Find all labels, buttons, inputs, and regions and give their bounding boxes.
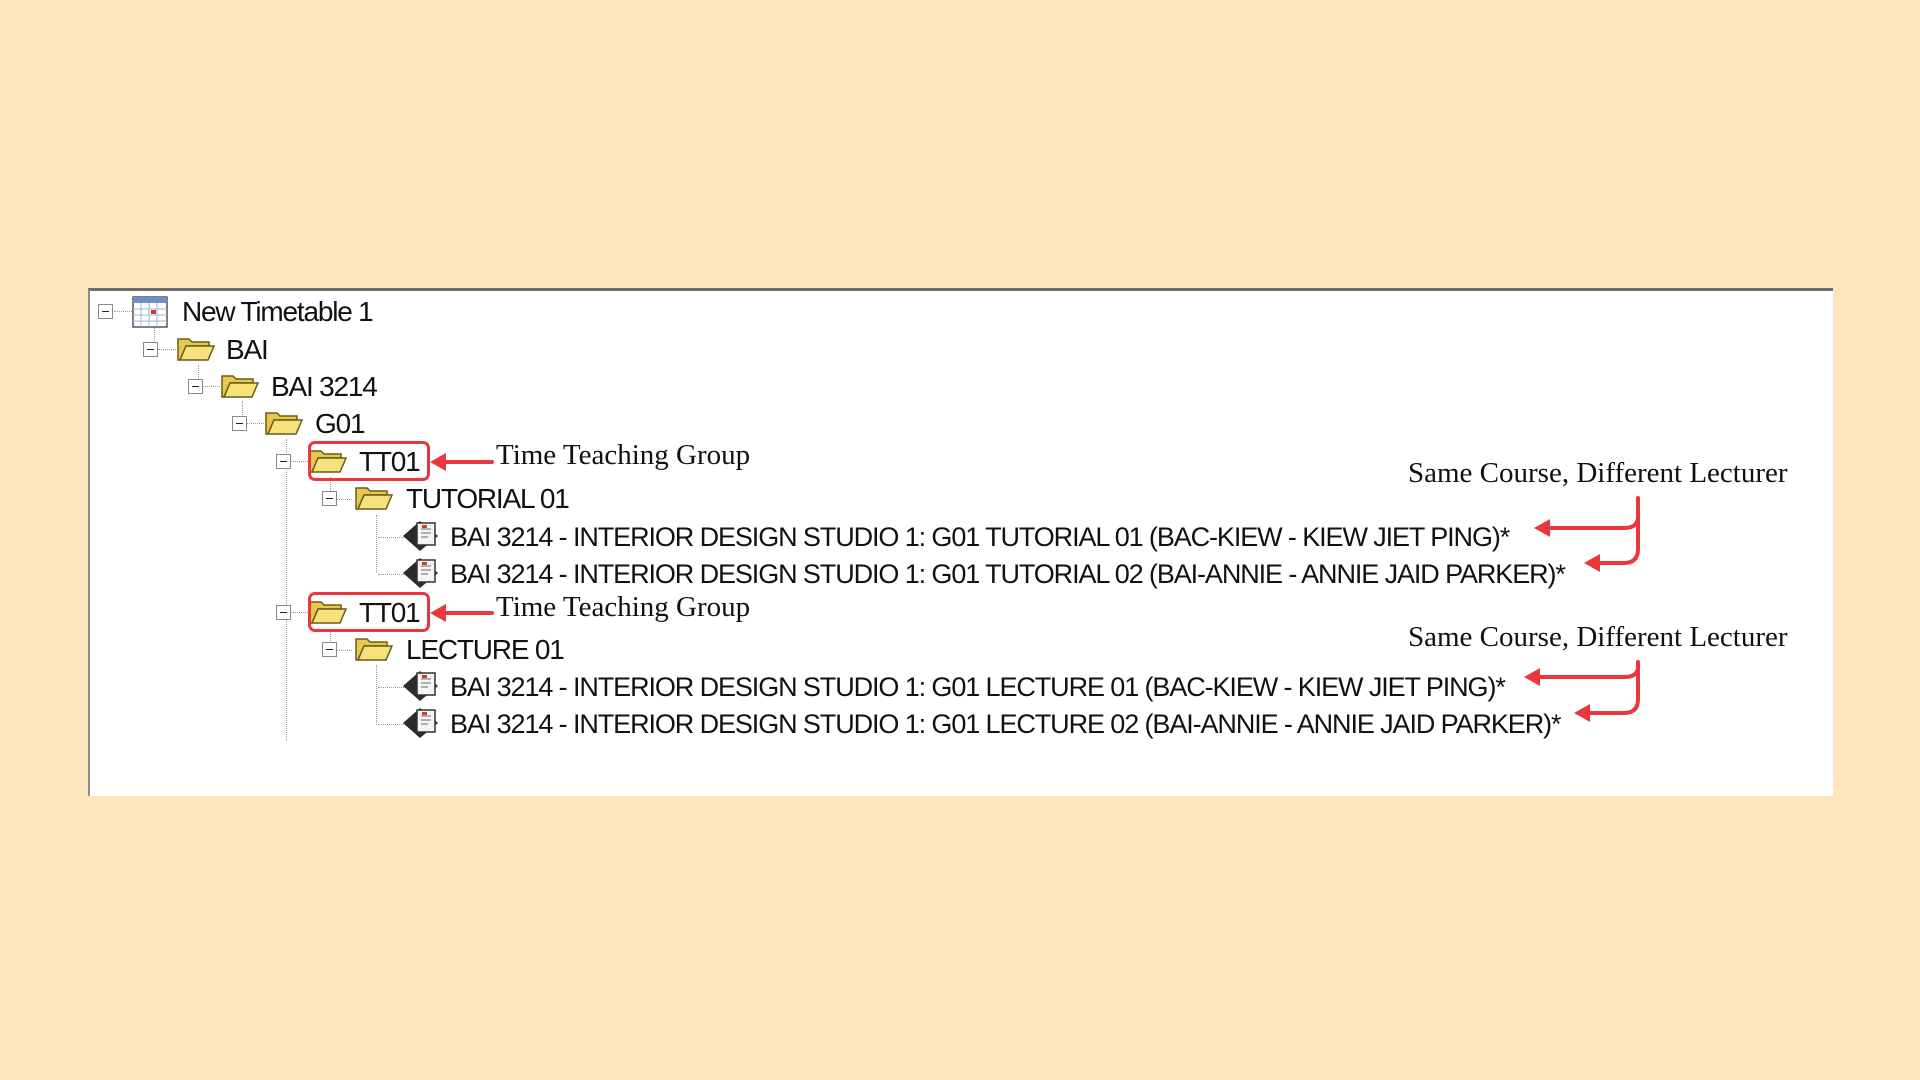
- arrow-head: [1584, 554, 1600, 572]
- bracket-arrow: [1536, 665, 1640, 679]
- timetable-tree-panel: New Timetable 1 BAI BAI 3214 G01 TT01 TU…: [88, 288, 1833, 796]
- arrow-head: [1524, 668, 1540, 686]
- bracket-arrow: [1548, 515, 1640, 530]
- arrow-head: [1534, 519, 1550, 537]
- annotation-arrows: [430, 453, 1640, 722]
- arrow-head: [1574, 704, 1590, 722]
- bracket-arrow: [1586, 660, 1640, 715]
- bracket-arrow: [1598, 496, 1640, 565]
- arrow-head: [430, 604, 446, 622]
- arrow-head: [430, 453, 446, 471]
